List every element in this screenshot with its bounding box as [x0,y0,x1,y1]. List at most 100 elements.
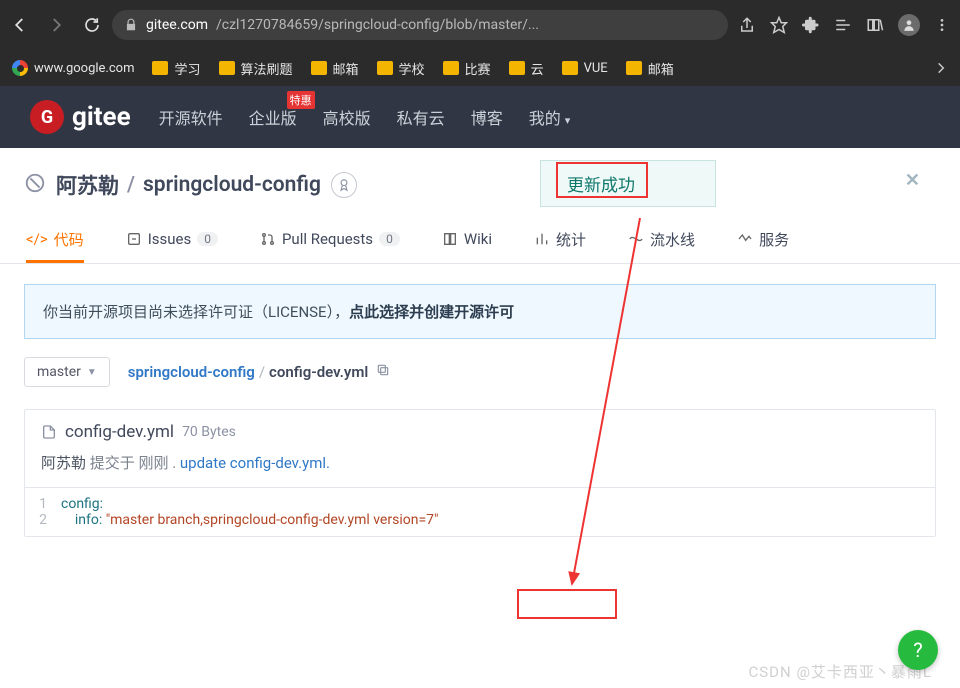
commit-message[interactable]: update config-dev.yml. [180,454,330,472]
share-icon[interactable] [738,16,756,34]
license-banner: 你当前开源项目尚未选择许可证（LICENSE），点此选择并创建开源许可 [24,284,936,339]
bookmark-folder[interactable]: 学校 [377,59,425,78]
folder-icon [152,61,168,75]
tab-pull-requests[interactable]: Pull Requests 0 [260,218,400,263]
bookmark-label: VUE [584,61,608,76]
reading-list-icon[interactable] [834,16,852,34]
lock-icon [124,18,138,32]
repo-icon [24,172,46,198]
folder-icon [311,61,327,75]
bookmark-folder[interactable]: 比赛 [443,59,491,78]
promo-badge: 特惠 [287,91,315,109]
collections-icon[interactable] [866,16,884,34]
code-token: config: [61,496,103,512]
count-badge: 0 [379,232,400,246]
commit-when: 提交于 刚刚 . [90,454,176,472]
bookmark-google[interactable]: www.google.com [12,60,134,76]
chevron-down-icon: ▾ [565,114,571,127]
reload-button[interactable] [82,15,102,35]
bookmark-label: 比赛 [465,59,491,78]
bookmark-folder[interactable]: 学习 [152,59,200,78]
folder-icon [219,61,235,75]
notif-text: 更新成功 [567,176,635,196]
bookmarks-bar: www.google.com 学习 算法刷题 邮箱 学校 比赛 云 VUE 邮箱 [0,50,960,86]
folder-icon [509,61,525,75]
bookmark-label: 学习 [174,59,200,78]
wiki-icon [442,231,458,247]
count-badge: 0 [197,232,218,246]
tab-service[interactable]: 服务 [737,218,789,263]
repo-owner[interactable]: 阿苏勒 [56,170,119,200]
tab-pipeline[interactable]: 流水线 [628,218,695,263]
crumb-file: config-dev.yml [269,363,368,381]
line-number: 2 [25,512,61,528]
code-token: info: [75,512,102,528]
address-bar[interactable]: gitee.com/czl1270784659/springcloud-conf… [112,10,728,40]
tab-label: Pull Requests [282,230,373,248]
nav-open-source[interactable]: 开源软件 [159,105,223,129]
tab-label: 服务 [759,229,789,250]
gitee-logo-icon: G [30,100,64,134]
nav-private[interactable]: 私有云 [397,105,445,129]
star-icon[interactable] [770,16,788,34]
code-icon: </> [26,230,48,248]
license-action-link[interactable]: 点此选择并创建开源许可 [349,303,514,321]
service-icon [737,231,753,247]
bookmark-folder[interactable]: 邮箱 [626,59,674,78]
bookmark-label: 云 [531,59,544,78]
folder-icon [626,61,642,75]
forward-button[interactable] [46,15,66,35]
tab-label: Wiki [464,230,492,248]
menu-icon[interactable] [934,17,950,33]
tab-stats[interactable]: 统计 [534,218,586,263]
file-icon [41,424,57,440]
nav-mine[interactable]: 我的 ▾ [529,105,571,129]
bookmark-folder[interactable]: 算法刷题 [219,59,293,78]
bookmark-folder[interactable]: VUE [562,61,608,76]
close-icon[interactable]: ✕ [905,170,920,191]
help-fab[interactable]: ? [898,630,938,670]
gitee-header: G gitee 开源软件 企业版特惠 高校版 私有云 博客 我的 ▾ [0,86,960,148]
gitee-logo-link[interactable]: G gitee [30,100,131,134]
nav-blog[interactable]: 博客 [471,105,503,129]
chevron-down-icon: ▼ [87,367,97,378]
commit-author[interactable]: 阿苏勒 [41,454,86,472]
tab-code[interactable]: </>代码 [26,218,84,263]
back-button[interactable] [10,15,30,35]
code-view: 1config: 2 info: "master branch,springcl… [25,487,935,536]
breadcrumb: springcloud-config/config-dev.yml [128,363,390,381]
url-host: gitee.com [146,17,208,33]
tab-wiki[interactable]: Wiki [442,218,492,263]
code-token: "master branch,springcloud-config-dev.ym… [106,512,439,528]
profile-avatar[interactable] [898,14,920,36]
repo-title: 阿苏勒 / springcloud-config [56,170,321,200]
tab-label: Issues [148,230,192,248]
copy-path-icon[interactable] [376,363,390,381]
folder-icon [562,61,578,75]
bookmark-label: 算法刷题 [241,59,293,78]
bookmark-folder[interactable]: 云 [509,59,544,78]
bookmarks-overflow-icon[interactable] [934,61,948,75]
nav-campus[interactable]: 高校版 [323,105,371,129]
extensions-icon[interactable] [802,16,820,34]
pr-icon [260,231,276,247]
folder-icon [443,61,459,75]
url-path: /czl1270784659/springcloud-config/blob/m… [216,17,539,33]
branch-name: master [37,364,81,380]
pipeline-icon [628,231,644,247]
annotation-box [517,589,617,619]
tab-issues[interactable]: Issues 0 [126,218,218,263]
award-button[interactable] [331,172,357,198]
crumb-repo[interactable]: springcloud-config [128,363,255,381]
nav-enterprise[interactable]: 企业版特惠 [249,105,297,129]
bookmark-label: 邮箱 [333,59,359,78]
branch-selector[interactable]: master ▼ [24,357,110,387]
tab-label: 流水线 [650,229,695,250]
tab-label: 统计 [556,229,586,250]
bookmark-label: www.google.com [34,61,134,76]
google-icon [12,60,28,76]
bookmark-label: 邮箱 [648,59,674,78]
repo-name[interactable]: springcloud-config [143,173,321,197]
bookmark-folder[interactable]: 邮箱 [311,59,359,78]
last-commit: 阿苏勒 提交于 刚刚 . update config-dev.yml. [25,450,935,487]
